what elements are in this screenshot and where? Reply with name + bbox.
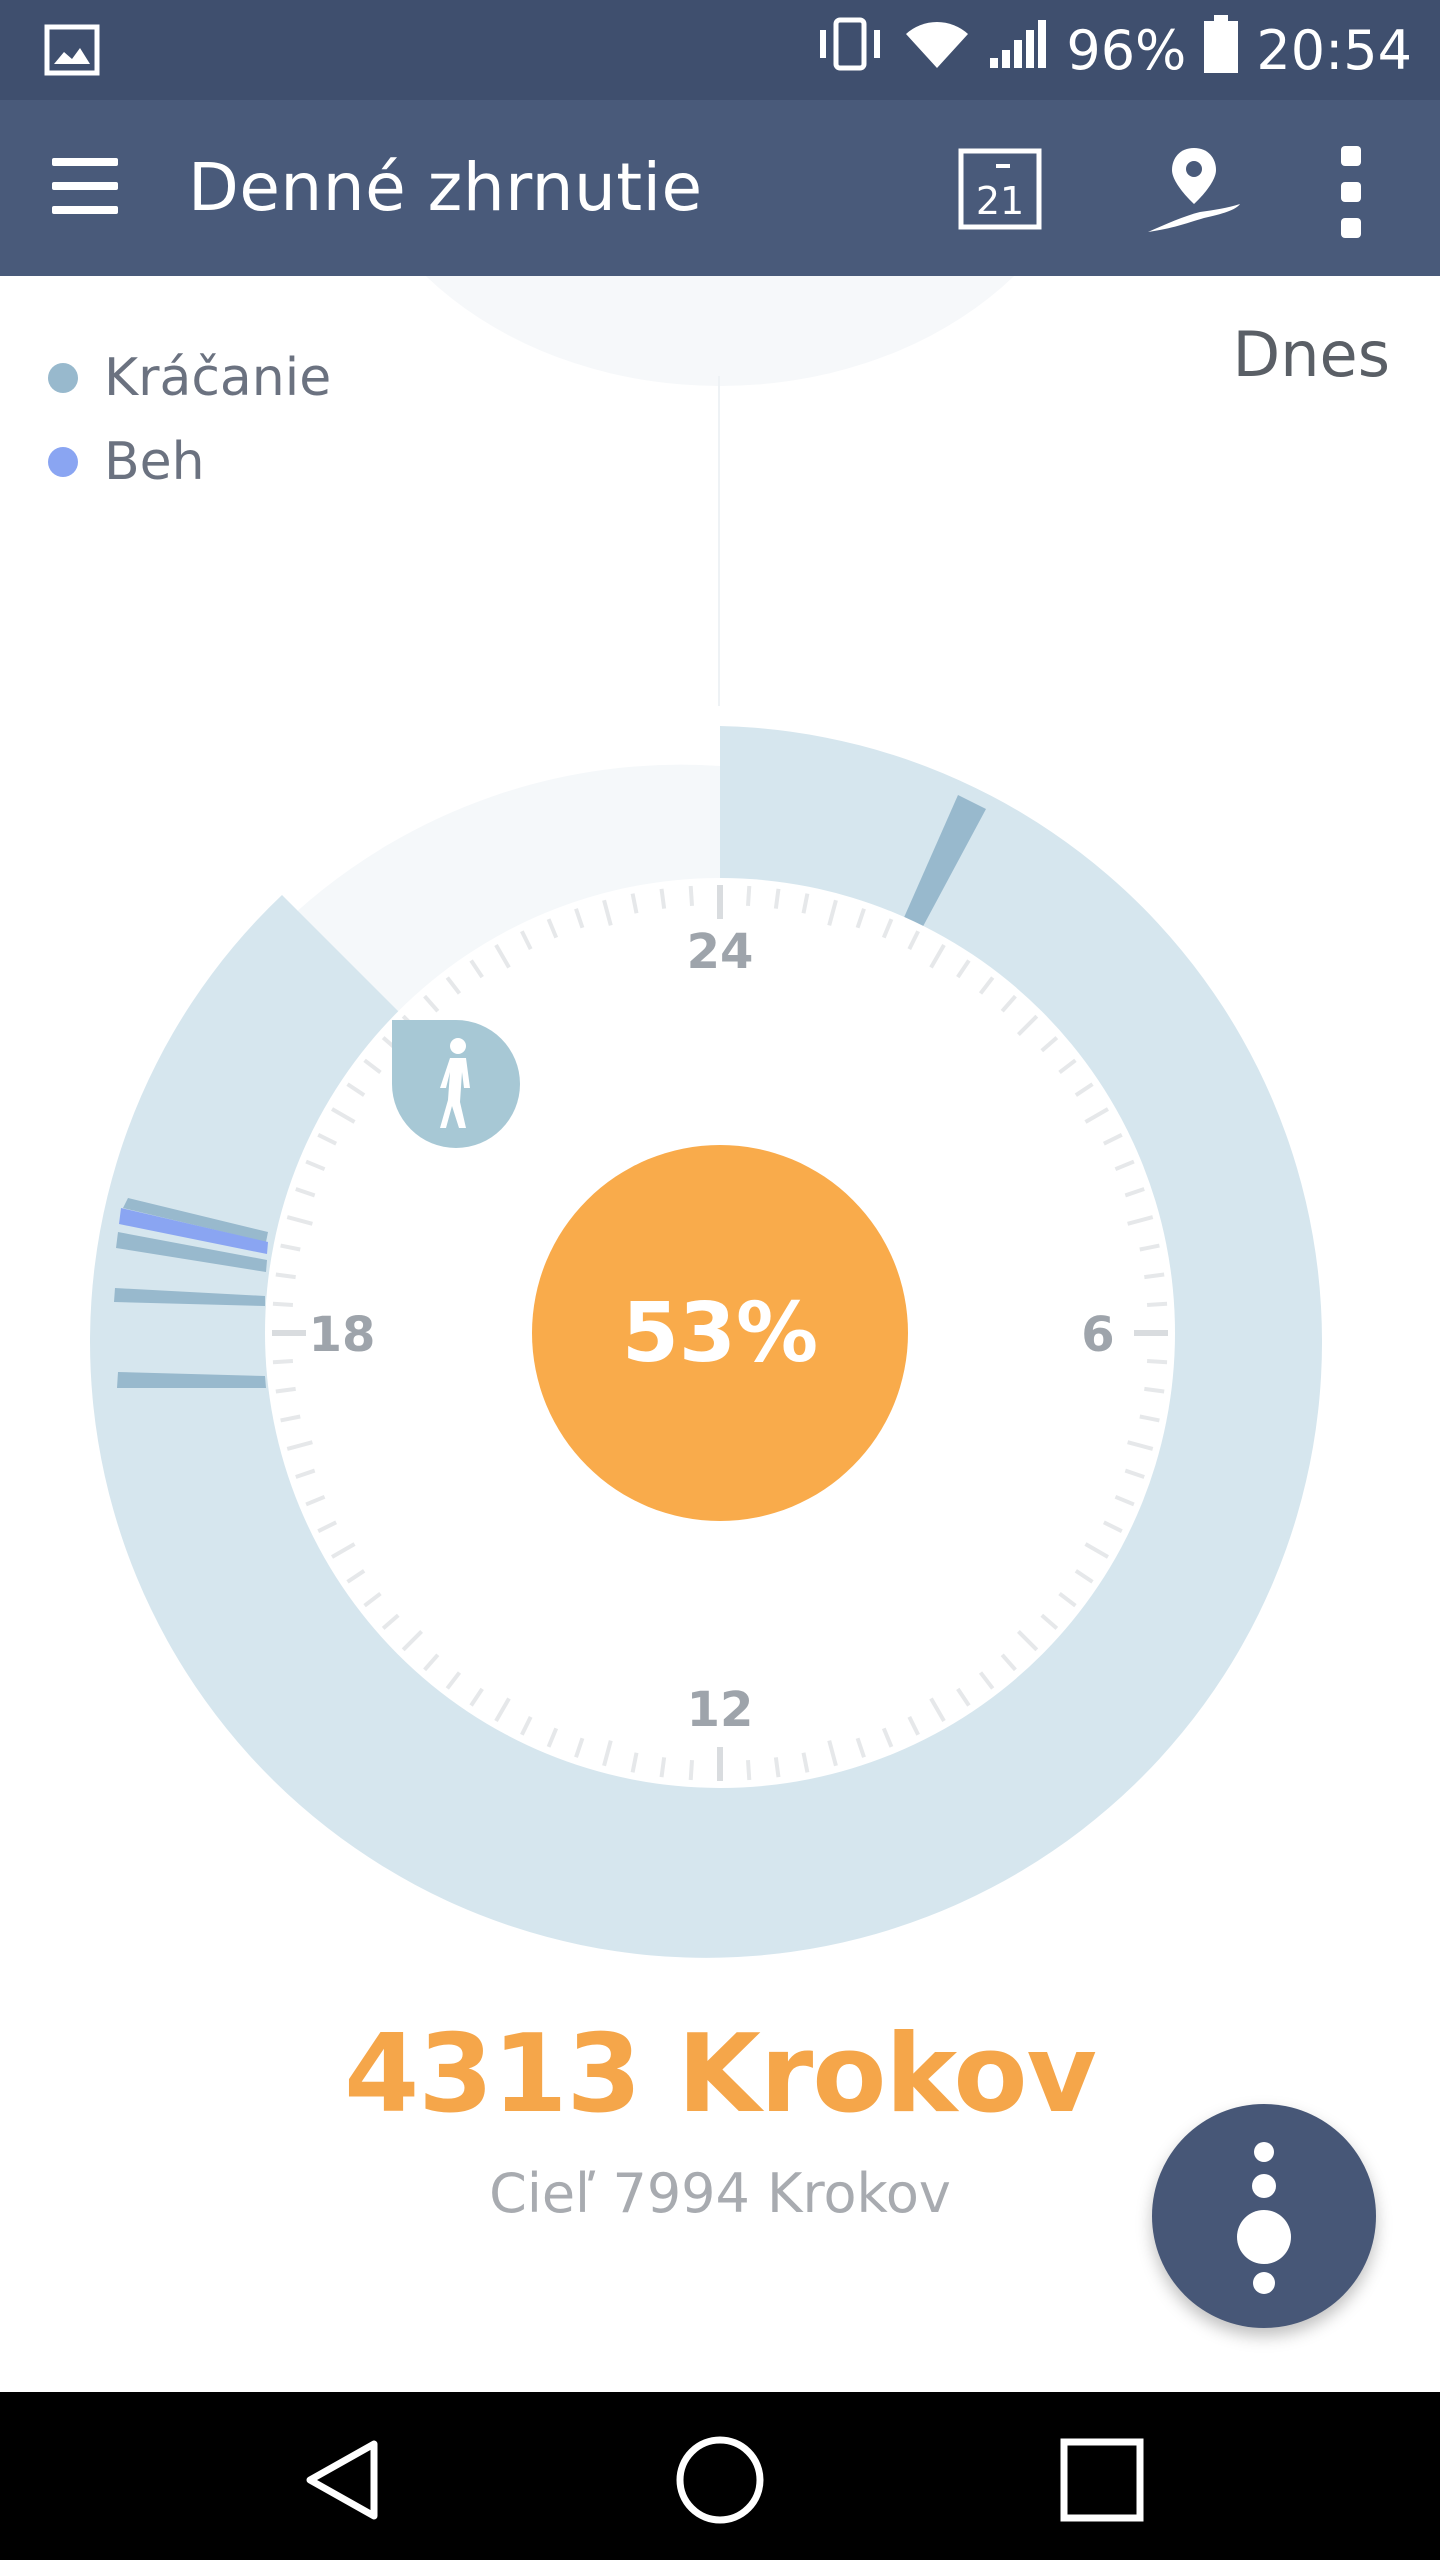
back-triangle-icon[interactable] [292, 2430, 392, 2530]
dial-tick [745, 885, 752, 907]
dial-tick [1146, 1301, 1168, 1308]
timeline-fab[interactable] [1152, 2104, 1376, 2328]
more-vert-icon[interactable] [1336, 146, 1366, 238]
navigation-bar [0, 2392, 1440, 2560]
hour-label-24: 24 [687, 924, 754, 980]
dial-tick [773, 1757, 781, 1778]
image-notification-icon [44, 24, 100, 76]
calendar-day-text: 21 [976, 179, 1024, 223]
battery-icon [1204, 14, 1239, 86]
home-circle-icon[interactable] [670, 2430, 770, 2530]
goal-progress-percent: 53% [622, 1286, 818, 1381]
route-location-icon[interactable] [1144, 144, 1244, 236]
timeline-dot [1253, 2272, 1275, 2294]
app-bar: Denné zhrnutie 21 [0, 100, 1440, 276]
page-title: Denné zhrnutie [188, 149, 703, 226]
dial-tick [1144, 1386, 1165, 1394]
recents-square-icon[interactable] [1052, 2430, 1152, 2530]
dial-tick [745, 1759, 752, 1781]
calendar-icon[interactable]: 21 [958, 148, 1042, 230]
dial-tick [1144, 1272, 1165, 1280]
dial-tick [659, 1757, 667, 1778]
hour-label-12: 12 [687, 1682, 754, 1738]
dial-tick [272, 1358, 294, 1365]
hour-label-18: 18 [309, 1307, 376, 1363]
status-bar: 96% 20:54 [0, 0, 1440, 100]
dial-tick [1146, 1358, 1168, 1365]
dial-tick [688, 885, 695, 907]
dial-tick [275, 1272, 296, 1280]
clock-time: 20:54 [1256, 18, 1412, 82]
timeline-dot-large [1237, 2210, 1291, 2264]
dial-tick [275, 1386, 296, 1394]
hour-label-6: 6 [1081, 1307, 1114, 1363]
timeline-dot [1252, 2174, 1276, 2198]
dial-tick [272, 1301, 294, 1308]
signal-icon [988, 18, 1048, 83]
dial-tick [659, 888, 667, 909]
menu-icon[interactable] [52, 158, 120, 214]
dial-tick [688, 1759, 695, 1781]
vibrate-icon [814, 16, 886, 85]
timeline-dots-icon [1254, 2142, 1274, 2162]
wifi-icon [904, 18, 970, 83]
daily-summary-content: Kráčanie Beh Dnes 24 6 12 18 53% 4313 Kr… [0, 276, 1440, 2392]
battery-percent: 96% [1066, 18, 1187, 82]
dial-tick [773, 888, 781, 909]
